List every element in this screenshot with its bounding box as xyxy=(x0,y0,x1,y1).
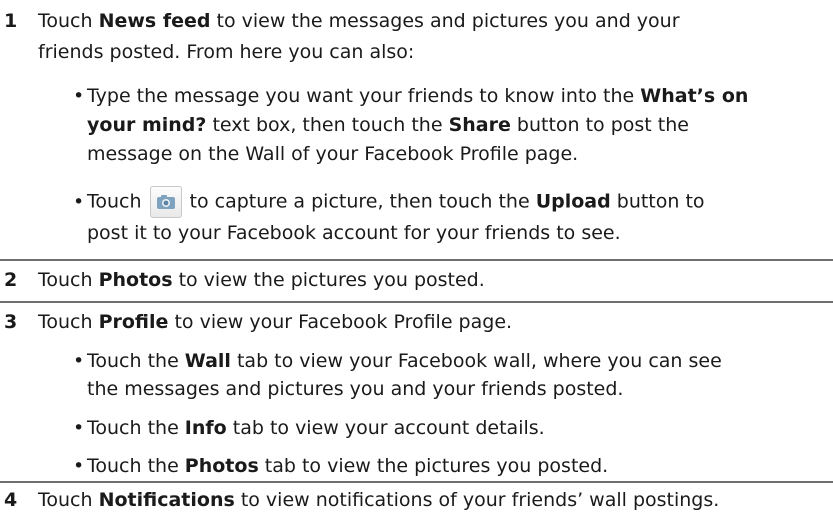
bullet-item-cont: message on the Wall of your Facebook Pro… xyxy=(87,143,579,165)
camera-button[interactable] xyxy=(149,186,182,218)
step-text-part: to view the pictures you posted. xyxy=(172,269,485,291)
step-text-part: Touch xyxy=(38,269,99,291)
bullet-keyword: Wall xyxy=(184,350,231,372)
step-number: 2 xyxy=(4,269,18,291)
bullet-text: text box, then touch the xyxy=(206,114,449,136)
bullet-text: Touch xyxy=(87,190,142,213)
step-number: 4 xyxy=(4,489,18,511)
bullet-dot: • xyxy=(73,350,85,372)
bullet-item-cont: the messages and pictures you and your f… xyxy=(87,378,624,400)
bullet-text: to capture a picture, then touch the xyxy=(189,190,536,213)
bullet-item-cont: your mind? text box, then touch the Shar… xyxy=(87,111,833,139)
bullet-item: • Type the message you want your friends … xyxy=(73,82,831,110)
step-keyword: News feed xyxy=(98,10,211,32)
step-text-cont: friends posted. From here you can also: xyxy=(38,41,415,63)
step-text: Touch Profile to view your Facebook Prof… xyxy=(38,308,830,336)
camera-icon xyxy=(156,195,175,209)
step-text-part: Touch xyxy=(38,311,99,333)
step-text: Touch Notifications to view notification… xyxy=(38,486,830,514)
bullet-text: tab to view the pictures you posted. xyxy=(258,455,609,477)
bullet-keyword: Upload xyxy=(535,190,611,213)
bullet-text: tab to view your Facebook wall, where yo… xyxy=(230,350,722,372)
bullet-text: Touch the xyxy=(87,417,185,439)
step-text-part: Touch xyxy=(38,489,99,511)
step-text-part: Touch xyxy=(38,10,99,32)
step-keyword: Profile xyxy=(98,311,169,333)
step-keyword: Photos xyxy=(98,269,173,291)
bullet-dot: • xyxy=(73,85,85,107)
bullet-item: • Touch the Info tab to view your account… xyxy=(73,414,831,442)
bullet-item-cont: post it to your Facebook account for you… xyxy=(87,222,621,244)
step-text-part: to view the messages and pictures you an… xyxy=(210,10,680,32)
step-text-part: to view notifications of your friends’ w… xyxy=(234,489,720,511)
bullet-item: • Touch to capture a picture, then touch t… xyxy=(73,186,831,218)
step-4: 4 Touch Notifications to view notificati… xyxy=(0,481,833,523)
bullet-text: Touch the xyxy=(87,455,185,477)
bullet-text: button to xyxy=(610,190,705,213)
bullet-keyword: Info xyxy=(184,417,227,439)
bullet-dot: • xyxy=(73,455,85,477)
bullet-text: Touch the xyxy=(87,350,185,372)
bullet-item: • Touch the Photos tab to view the pictur… xyxy=(73,452,831,480)
bullet-keyword: Photos xyxy=(184,455,259,477)
step-text-part: to view your Facebook Profile page. xyxy=(168,311,513,333)
bullet-item: • Touch the Wall tab to view your Faceboo… xyxy=(73,347,831,375)
step-2: 2 Touch Photos to view the pictures you … xyxy=(0,259,833,301)
bullet-text: button to post the xyxy=(510,114,689,136)
step-text: Touch Photos to view the pictures you po… xyxy=(38,266,830,294)
step-3: 3 Touch Profile to view your Facebook Pr… xyxy=(0,301,833,481)
bullet-text: tab to view your account details. xyxy=(226,417,545,439)
step-keyword: Notifications xyxy=(98,489,235,511)
bullet-dot: • xyxy=(73,417,85,439)
step-number: 1 xyxy=(4,10,18,32)
step-text: Touch News feed to view the messages and… xyxy=(38,7,830,35)
bullet-dot: • xyxy=(73,190,85,213)
bullet-keyword: your mind? xyxy=(87,114,207,136)
step-number: 3 xyxy=(4,311,18,333)
bullet-keyword: What’s on xyxy=(640,85,749,107)
bullet-keyword: Share xyxy=(448,114,511,136)
bullet-text: Type the message you want your friends t… xyxy=(87,85,641,107)
